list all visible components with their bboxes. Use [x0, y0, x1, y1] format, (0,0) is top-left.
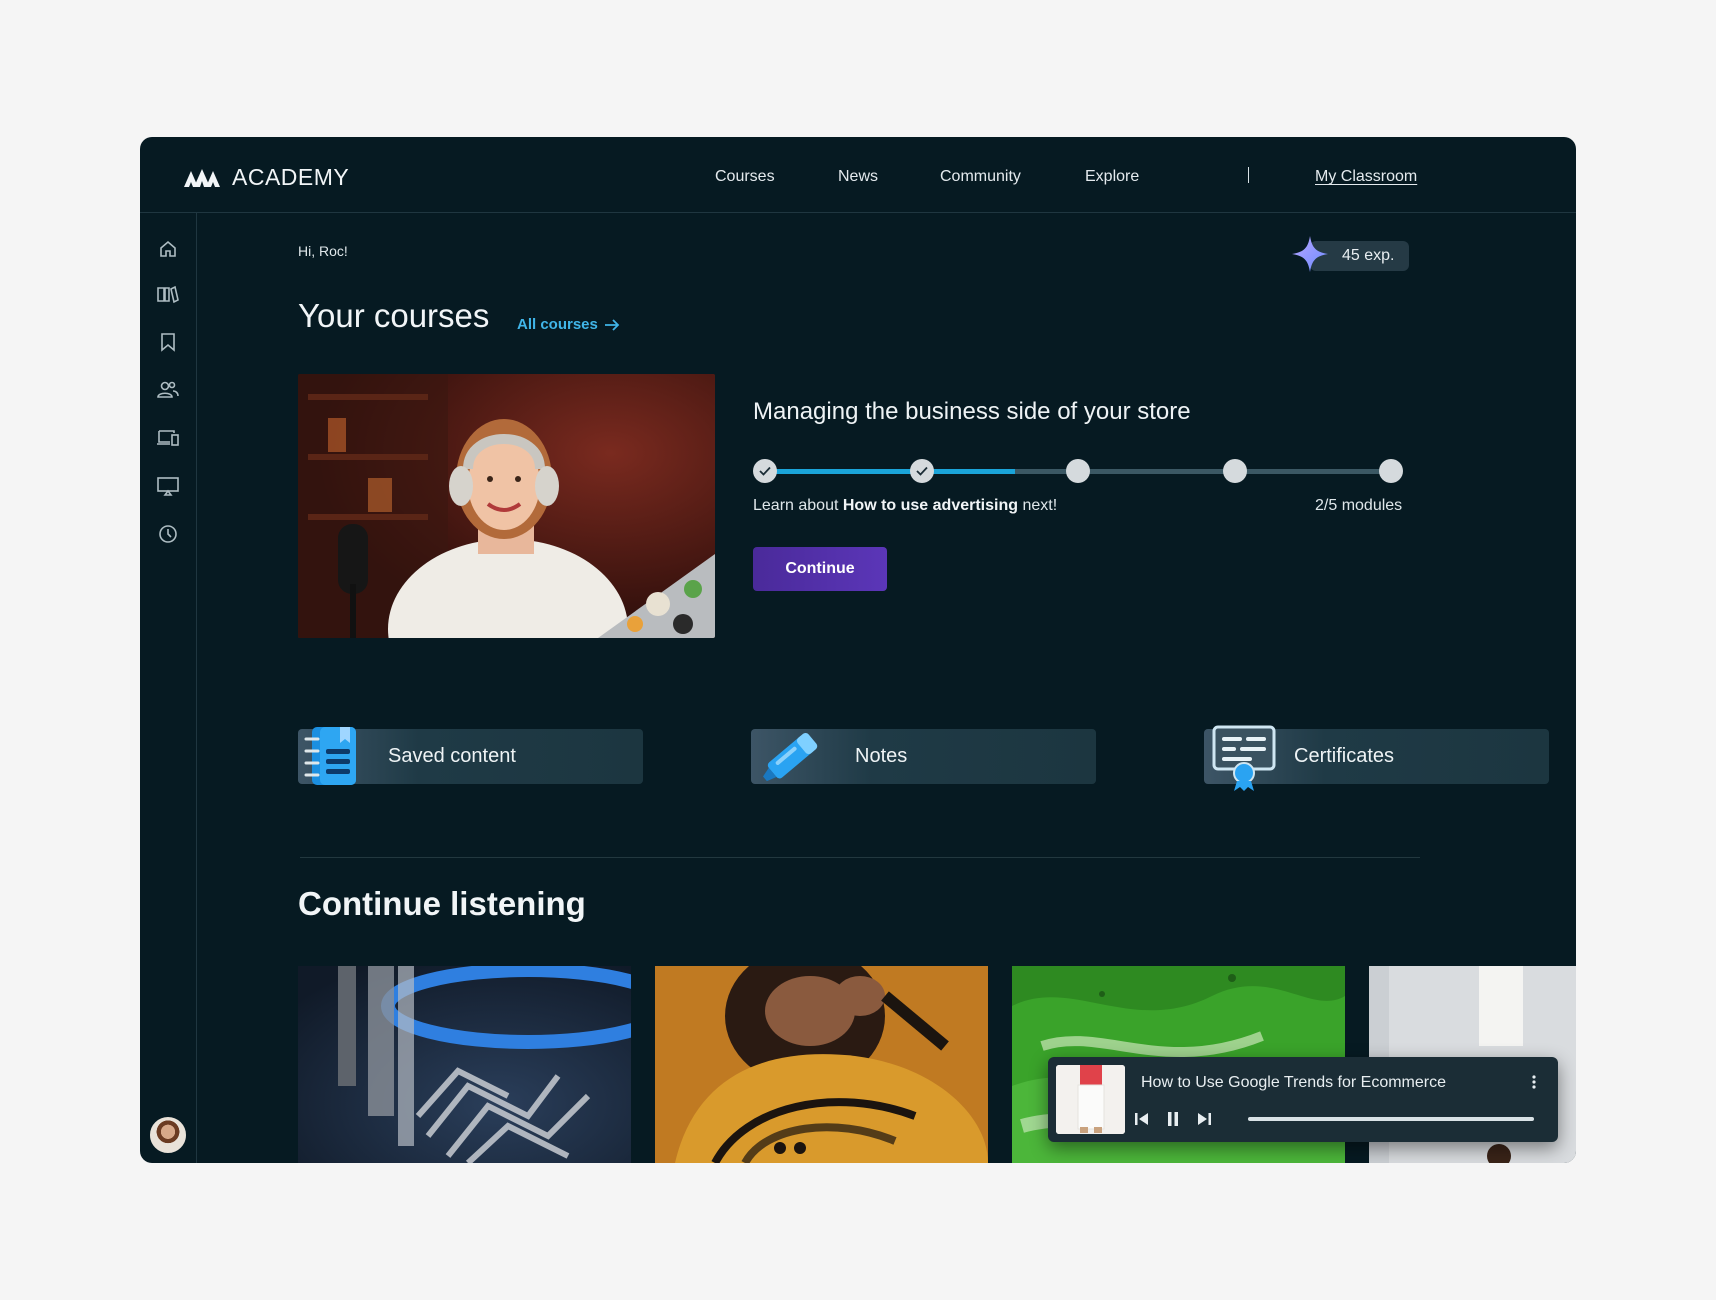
- exp-value: 45 exp.: [1342, 247, 1395, 264]
- progress-step: [1379, 459, 1403, 483]
- next-lesson-topic: How to use advertising: [842, 497, 1018, 514]
- certificate-icon: [1212, 725, 1276, 791]
- media-card-embroidery[interactable]: [298, 966, 631, 1163]
- progress-step: [909, 459, 934, 483]
- continue-button[interactable]: Continue: [753, 547, 887, 591]
- certificates-label: Certificates: [1294, 745, 1395, 767]
- nav-divider: [1248, 167, 1249, 183]
- notes-label: Notes: [855, 745, 908, 767]
- next-lesson-suffix: next!: [1018, 497, 1058, 514]
- arrow-right-icon: [604, 318, 620, 331]
- progress-step: [1222, 459, 1247, 483]
- highlighter-icon: [763, 732, 818, 782]
- nav-community[interactable]: Community: [940, 168, 1021, 186]
- course-thumbnail-illustration: [298, 374, 715, 638]
- next-track-icon[interactable]: [1194, 1109, 1214, 1129]
- player-track-title: How to Use Google Trends for Ecommerce: [1141, 1074, 1447, 1091]
- devices-icon[interactable]: [156, 426, 180, 450]
- modules-count: 2/5 modules: [1315, 497, 1403, 514]
- top-navigation: ACADEMY Courses News Community Explore M…: [140, 137, 1576, 213]
- notes-card[interactable]: Notes: [751, 729, 1096, 784]
- next-lesson-text: Learn about How to use advertising next!: [753, 497, 1057, 515]
- more-options-icon[interactable]: [1526, 1072, 1542, 1092]
- history-icon[interactable]: [156, 522, 180, 546]
- checkmark-icon: [915, 466, 928, 476]
- player-thumbnail: [1056, 1065, 1125, 1134]
- pause-icon[interactable]: [1163, 1109, 1183, 1129]
- player-thumbnail-image: [1056, 1065, 1125, 1134]
- notebook-icon: [304, 727, 356, 785]
- sidebar: [140, 213, 197, 1163]
- section-title-listening: Continue listening: [298, 885, 586, 922]
- brand-logo[interactable]: ACADEMY: [184, 164, 349, 191]
- saved-content-card[interactable]: Saved content: [298, 727, 643, 785]
- section-title-courses: Your courses: [298, 297, 490, 334]
- module-progress: [753, 458, 1403, 484]
- nav-courses[interactable]: Courses: [715, 168, 775, 186]
- nav-my-classroom[interactable]: My Classroom: [1315, 168, 1417, 186]
- greeting-text: Hi, Roc!: [298, 243, 348, 259]
- all-courses-link[interactable]: All courses: [517, 316, 620, 333]
- course-title: Managing the business side of your store: [753, 398, 1191, 425]
- saved-content-label: Saved content: [388, 745, 516, 767]
- nav-news[interactable]: News: [838, 168, 878, 186]
- people-icon[interactable]: [156, 378, 180, 402]
- previous-track-icon[interactable]: [1132, 1109, 1152, 1129]
- bookmark-icon[interactable]: [156, 330, 180, 354]
- media-card-sweater[interactable]: [655, 966, 988, 1163]
- screen-icon[interactable]: [156, 474, 180, 498]
- nav-explore[interactable]: Explore: [1085, 168, 1139, 186]
- sweater-image: [655, 966, 988, 1163]
- certificates-card[interactable]: Certificates: [1204, 725, 1549, 791]
- checkmark-icon: [759, 466, 771, 476]
- progress-fill: [765, 469, 1016, 474]
- library-icon[interactable]: [156, 282, 180, 306]
- player-progress-bar[interactable]: [1248, 1117, 1534, 1121]
- exp-badge: 45 exp.: [1290, 236, 1409, 272]
- course-thumbnail[interactable]: [298, 374, 715, 638]
- all-courses-label: All courses: [517, 316, 598, 333]
- progress-step: [1066, 459, 1090, 483]
- audio-player: How to Use Google Trends for Ecommerce: [1048, 1057, 1558, 1142]
- progress-step: [753, 459, 777, 483]
- next-lesson-prefix: Learn about: [753, 497, 843, 514]
- sparkle-icon: [1292, 236, 1328, 272]
- academy-logo-icon: [184, 168, 220, 187]
- embroidery-image: [298, 966, 631, 1163]
- app-window: ACADEMY Courses News Community Explore M…: [140, 137, 1576, 1163]
- user-avatar[interactable]: [150, 1117, 186, 1153]
- home-icon[interactable]: [156, 237, 180, 261]
- section-divider: [300, 857, 1420, 858]
- brand-name: ACADEMY: [232, 164, 350, 190]
